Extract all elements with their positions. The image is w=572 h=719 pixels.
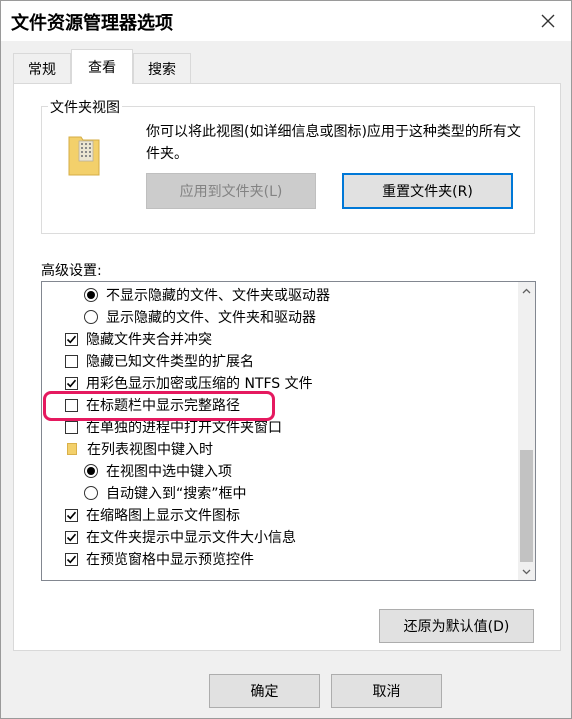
list-item-label: 在预览窗格中显示预览控件	[86, 552, 254, 568]
checkbox[interactable]	[65, 552, 78, 566]
chevron-up-icon	[522, 288, 531, 293]
radio-button[interactable]	[84, 486, 98, 500]
list-item-label: 在列表视图中键入时	[87, 442, 213, 458]
list-item-label: 在缩略图上显示文件图标	[86, 508, 240, 524]
checkbox[interactable]	[65, 376, 78, 390]
list-item-label: 自动键入到“搜索”框中	[106, 486, 247, 502]
radio-button[interactable]	[84, 288, 98, 302]
close-button[interactable]	[533, 7, 563, 35]
advanced-settings-list[interactable]: 不显示隐藏的文件、文件夹或驱动器 显示隐藏的文件、文件夹和驱动器 隐藏文件夹合并…	[41, 281, 536, 581]
list-item[interactable]: 自动键入到“搜索”框中	[84, 482, 247, 504]
tab-general[interactable]: 常规	[13, 53, 71, 83]
advanced-settings-label: 高级设置:	[41, 263, 102, 279]
checkmark-icon	[66, 533, 77, 541]
tab-search[interactable]: 搜索	[133, 53, 191, 83]
list-item-label: 在视图中选中键入项	[106, 464, 232, 480]
chevron-down-icon	[522, 569, 531, 574]
list-item-label: 隐藏已知文件类型的扩展名	[86, 354, 254, 370]
list-item-label: 隐藏文件夹合并冲突	[86, 332, 212, 348]
folder-views-description: 你可以将此视图(如详细信息或图标)应用于这种类型的所有文件夹。	[146, 124, 521, 162]
list-item: 在列表视图中键入时	[67, 438, 213, 460]
apply-to-folders-button[interactable]: 应用到文件夹(L)	[146, 173, 316, 209]
restore-defaults-button[interactable]: 还原为默认值(D)	[379, 609, 534, 643]
checkmark-icon	[66, 511, 77, 519]
scroll-up-button[interactable]	[518, 282, 535, 299]
ok-button[interactable]: 确定	[209, 674, 320, 708]
view-tab-panel: 文件夹视图 你可以将此视图(如详细信息或图标)应用于这种类型的所有文件夹。 应用…	[13, 83, 561, 651]
scroll-down-button[interactable]	[518, 563, 535, 580]
cancel-button[interactable]: 取消	[331, 674, 442, 708]
checkbox[interactable]	[65, 332, 78, 346]
list-item-label: 在文件夹提示中显示文件大小信息	[86, 530, 296, 546]
list-item[interactable]: 在单独的进程中打开文件夹窗口	[65, 416, 282, 438]
list-item[interactable]: 在视图中选中键入项	[84, 460, 232, 482]
folder-views-label: 文件夹视图	[48, 97, 122, 117]
title-bar: 文件资源管理器选项	[1, 1, 571, 41]
checkbox[interactable]	[65, 530, 78, 544]
checkbox[interactable]	[65, 420, 78, 434]
list-item-label: 用彩色显示加密或压缩的 NTFS 文件	[86, 376, 313, 392]
close-icon	[541, 14, 555, 28]
list-item[interactable]: 在文件夹提示中显示文件大小信息	[65, 526, 296, 548]
vertical-scrollbar[interactable]	[518, 282, 535, 580]
list-item[interactable]: 用彩色显示加密或压缩的 NTFS 文件	[65, 372, 313, 394]
list-item[interactable]: 隐藏文件夹合并冲突	[65, 328, 212, 350]
folder-options-dialog: 文件资源管理器选项 常规 查看 搜索 文件夹视图 你可以将此视图(如详细信息或图…	[0, 0, 572, 719]
list-item-label: 在单独的进程中打开文件夹窗口	[86, 420, 282, 436]
list-item-label: 显示隐藏的文件、文件夹和驱动器	[106, 310, 316, 326]
list-item-label: 在标题栏中显示完整路径	[86, 398, 240, 414]
list-item[interactable]: 在标题栏中显示完整路径	[65, 394, 240, 416]
radio-button[interactable]	[84, 310, 98, 324]
scroll-thumb[interactable]	[520, 450, 533, 562]
radio-button[interactable]	[84, 464, 98, 478]
list-item[interactable]: 隐藏已知文件类型的扩展名	[65, 350, 254, 372]
tab-view[interactable]: 查看	[71, 49, 133, 84]
checkbox[interactable]	[65, 354, 78, 368]
list-item-label: 不显示隐藏的文件、文件夹或驱动器	[106, 288, 330, 304]
list-item[interactable]: 显示隐藏的文件、文件夹和驱动器	[84, 306, 316, 328]
checkbox[interactable]	[65, 398, 78, 412]
reset-folders-button[interactable]: 重置文件夹(R)	[342, 173, 513, 209]
checkmark-icon	[66, 379, 77, 387]
folder-icon	[67, 443, 77, 455]
list-item[interactable]: 在缩略图上显示文件图标	[65, 504, 240, 526]
list-item[interactable]: 在预览窗格中显示预览控件	[65, 548, 254, 570]
checkmark-icon	[66, 555, 77, 563]
checkbox[interactable]	[65, 508, 78, 522]
window-title: 文件资源管理器选项	[11, 13, 173, 34]
list-item[interactable]: 不显示隐藏的文件、文件夹或驱动器	[84, 284, 330, 306]
checkmark-icon	[66, 335, 77, 343]
folder-views-group: 文件夹视图 你可以将此视图(如详细信息或图标)应用于这种类型的所有文件夹。 应用…	[41, 97, 535, 234]
folder-grid-icon	[68, 136, 100, 176]
